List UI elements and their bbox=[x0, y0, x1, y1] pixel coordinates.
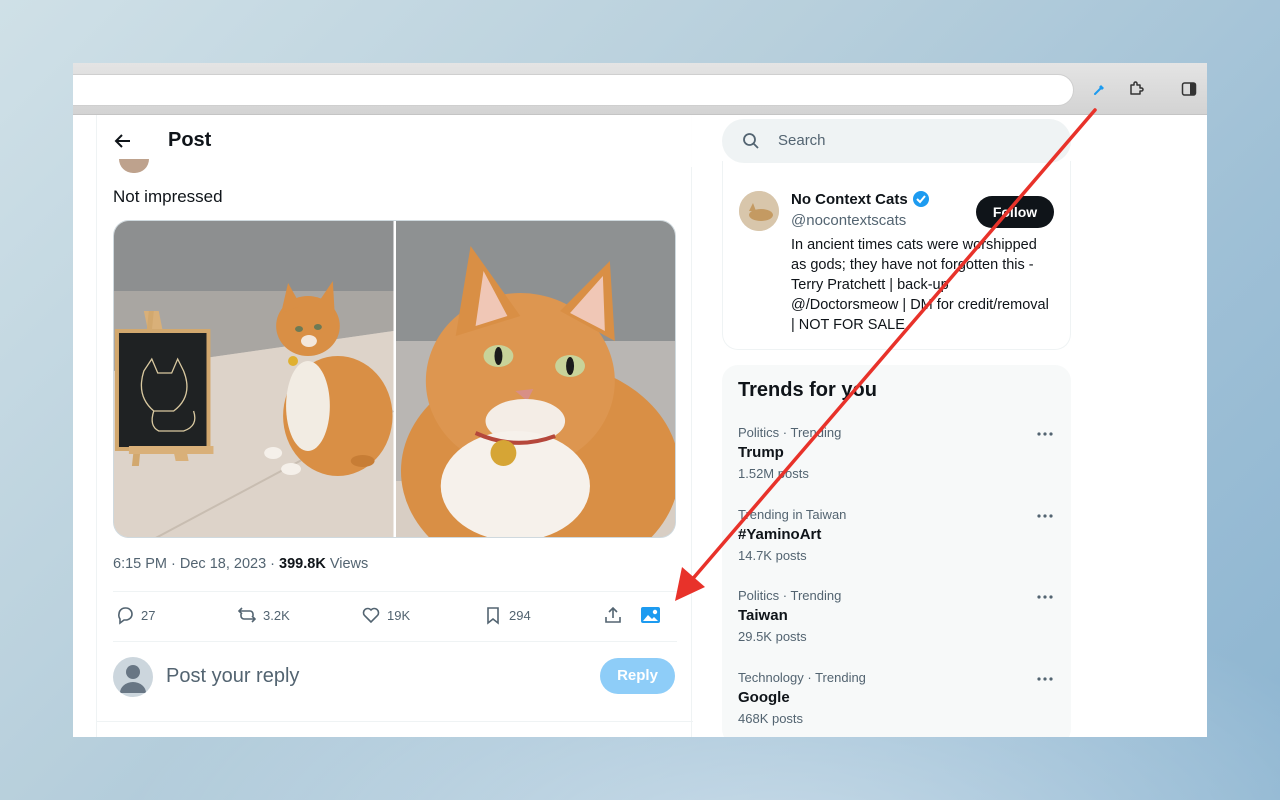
trend-category: Technology · Trending bbox=[738, 670, 866, 685]
trend-item[interactable]: Politics · Trending Trump 1.52M posts bbox=[738, 425, 1055, 499]
divider bbox=[113, 641, 677, 642]
page-content: Post Not impressed 6:15 PM · Dec 18, 202… bbox=[73, 115, 1207, 737]
trends-panel: Trends for you Politics · Trending Trump… bbox=[722, 365, 1071, 737]
trend-category: Politics · Trending bbox=[738, 425, 842, 440]
heart-icon bbox=[362, 607, 380, 624]
tweet-text: Not impressed bbox=[113, 187, 223, 206]
view-count: 399.8K bbox=[279, 556, 326, 572]
trend-item[interactable]: Politics · Trending Taiwan 29.5K posts bbox=[738, 588, 1055, 662]
account-handle[interactable]: @nocontextscats bbox=[791, 212, 906, 229]
repost-icon bbox=[237, 607, 257, 623]
user-avatar bbox=[113, 657, 153, 697]
repost-action[interactable]: 3.2K bbox=[237, 605, 290, 625]
like-count: 19K bbox=[387, 607, 411, 623]
trend-category: Politics · Trending bbox=[738, 588, 842, 603]
save-image-extension-button[interactable] bbox=[640, 605, 662, 625]
browser-window: Post Not impressed 6:15 PM · Dec 18, 202… bbox=[73, 63, 1207, 737]
trend-count: 468K posts bbox=[738, 711, 804, 726]
more-options-icon[interactable] bbox=[1035, 509, 1055, 523]
bookmark-count: 294 bbox=[509, 607, 531, 623]
reply-count: 27 bbox=[141, 607, 156, 623]
more-options-icon[interactable] bbox=[1035, 672, 1055, 686]
trend-item[interactable]: Technology · Trending Google 468K posts bbox=[738, 670, 1055, 737]
extension-pin-icon[interactable] bbox=[1089, 78, 1111, 100]
more-options-icon[interactable] bbox=[1035, 427, 1055, 441]
main-column: Post Not impressed 6:15 PM · Dec 18, 202… bbox=[96, 115, 693, 737]
trend-count: 29.5K posts bbox=[738, 629, 807, 644]
post-header: Post bbox=[97, 115, 693, 167]
search-bar[interactable]: Search bbox=[722, 119, 1071, 163]
trend-count: 14.7K posts bbox=[738, 548, 807, 563]
account-card: No Context Cats @nocontextscats Follow I… bbox=[722, 161, 1071, 350]
right-sidebar: No Context Cats @nocontextscats Follow I… bbox=[722, 115, 1071, 737]
search-icon bbox=[743, 133, 759, 149]
trend-name: #YaminoArt bbox=[738, 526, 822, 543]
verified-badge-icon bbox=[912, 191, 929, 207]
default-avatar-icon bbox=[120, 665, 146, 693]
tweet-time[interactable]: 6:15 PM · Dec 18, 2023 · bbox=[113, 556, 279, 572]
cat-photo-right[interactable] bbox=[395, 221, 675, 537]
account-bio: In ancient times cats were worshipped as… bbox=[791, 237, 1049, 333]
repost-count: 3.2K bbox=[263, 607, 290, 623]
page-title: Post bbox=[168, 129, 212, 151]
more-options-icon[interactable] bbox=[1035, 590, 1055, 604]
trends-title: Trends for you bbox=[738, 379, 877, 401]
address-bar[interactable] bbox=[73, 74, 1074, 106]
divider bbox=[97, 721, 693, 722]
trend-item[interactable]: Trending in Taiwan #YaminoArt 14.7K post… bbox=[738, 507, 1055, 581]
tweet-timestamp: 6:15 PM · Dec 18, 2023 · 399.8K Views bbox=[113, 556, 368, 572]
browser-toolbar bbox=[73, 63, 1207, 115]
sidebar-toggle-icon[interactable] bbox=[1178, 78, 1200, 100]
tweet-actions: 27 3.2K 19K 294 bbox=[113, 593, 677, 641]
account-name[interactable]: No Context Cats bbox=[791, 190, 930, 208]
share-action[interactable] bbox=[603, 605, 623, 625]
account-name-text: No Context Cats bbox=[791, 190, 908, 208]
share-icon bbox=[605, 606, 621, 623]
bookmark-icon bbox=[487, 607, 499, 625]
trend-name: Google bbox=[738, 689, 790, 706]
author-avatar[interactable] bbox=[119, 159, 149, 173]
trend-name: Taiwan bbox=[738, 607, 788, 624]
bookmark-action[interactable]: 294 bbox=[483, 605, 531, 625]
divider bbox=[113, 591, 677, 592]
like-action[interactable]: 19K bbox=[361, 605, 410, 625]
extensions-puzzle-icon[interactable] bbox=[1125, 78, 1147, 100]
tweet-media bbox=[113, 220, 676, 538]
reply-icon bbox=[118, 607, 133, 625]
reply-composer: Post your reply Reply bbox=[113, 653, 677, 701]
follow-button[interactable]: Follow bbox=[976, 196, 1054, 228]
reply-action[interactable]: 27 bbox=[115, 605, 155, 625]
reply-button[interactable]: Reply bbox=[600, 658, 675, 694]
account-avatar[interactable] bbox=[739, 191, 779, 231]
image-save-icon bbox=[641, 607, 660, 623]
trend-count: 1.52M posts bbox=[738, 466, 809, 481]
trend-category: Trending in Taiwan bbox=[738, 507, 847, 522]
search-input[interactable]: Search bbox=[778, 132, 826, 149]
back-arrow-icon[interactable] bbox=[113, 131, 133, 151]
view-label: Views bbox=[325, 556, 369, 572]
cat-photo-left[interactable] bbox=[114, 221, 394, 537]
reply-input[interactable]: Post your reply bbox=[166, 665, 299, 688]
trend-name: Trump bbox=[738, 444, 784, 461]
